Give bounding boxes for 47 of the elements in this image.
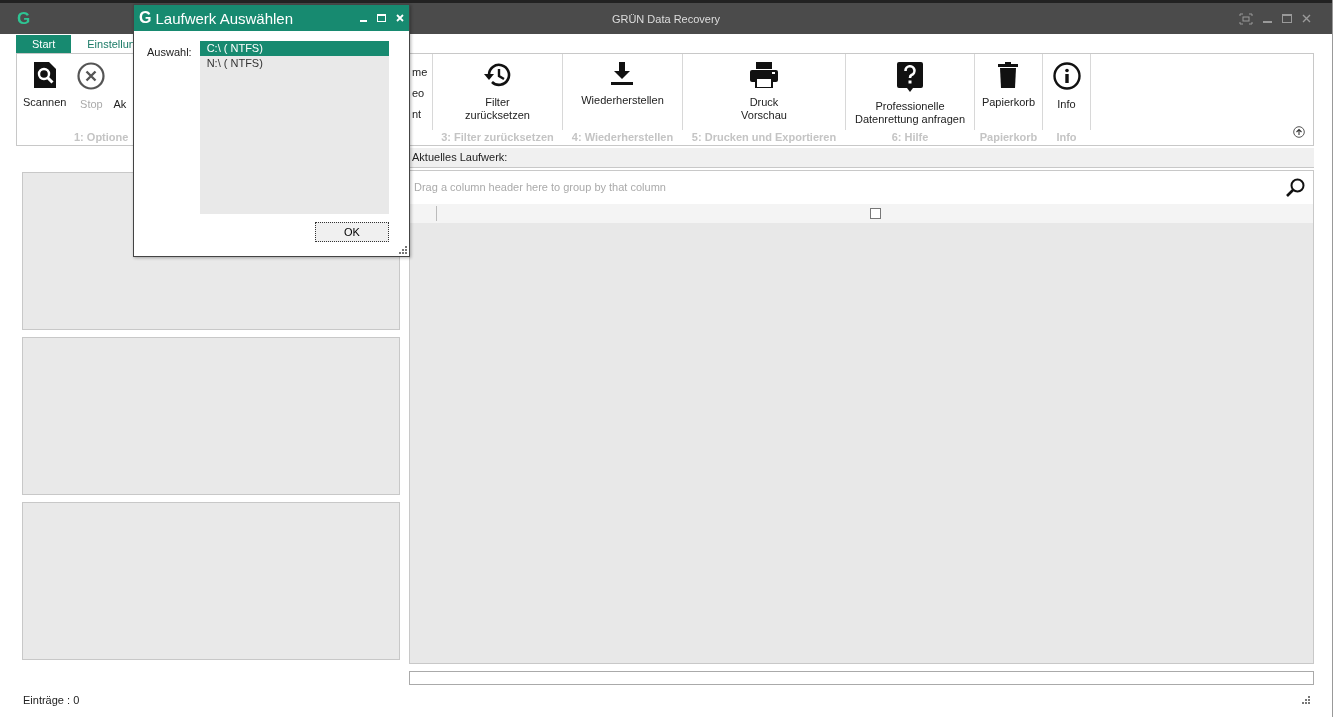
ribbon-button[interactable]: Wiederherstellen [577, 60, 668, 109]
ribbon-button[interactable]: Ak [112, 60, 128, 113]
ribbon-tab[interactable]: Start [16, 35, 72, 53]
help-bubble-icon [897, 62, 923, 92]
ok-button[interactable]: OK [315, 222, 389, 242]
ribbon-option[interactable]: me [412, 62, 428, 83]
maximize-icon[interactable] [1282, 14, 1292, 23]
close-icon[interactable] [1302, 14, 1311, 23]
select-all-checkbox[interactable] [869, 207, 881, 219]
group-panel-hint: Drag a column header here to group by that column [414, 181, 666, 194]
ribbon-option[interactable]: eo [412, 83, 425, 104]
trash-icon [998, 62, 1019, 88]
document-search-icon [33, 62, 56, 88]
drive-item[interactable]: N:\ ( NTFS) [199, 56, 389, 71]
drive-item[interactable]: C:\ ( NTFS) [199, 41, 389, 56]
info-icon [1052, 62, 1081, 90]
screen-capture-icon[interactable] [1239, 12, 1253, 25]
ribbon-button[interactable]: Scannen [19, 60, 71, 111]
printer-icon [750, 62, 778, 88]
group-label: 6: Hilfe [891, 130, 929, 144]
entries-count: Einträge : 0 [23, 694, 80, 706]
ribbon-button[interactable]: Druck Vorschau [737, 60, 791, 124]
group-label: Info [1056, 130, 1077, 144]
collapse-ribbon-icon[interactable] [1293, 126, 1305, 138]
search-icon[interactable] [1286, 177, 1305, 197]
group-label: Papierkorb [979, 130, 1038, 144]
ribbon-button[interactable]: Filter zurücksetzen [461, 60, 534, 124]
group-label: 3: Filter zurücksetzen [441, 130, 554, 144]
group-label: 4: Wiederherstellen [571, 130, 674, 144]
drive-list[interactable]: C:\ ( NTFS) N:\ ( NTFS) [199, 41, 389, 214]
app-logo: G [17, 8, 31, 29]
download-icon [611, 62, 634, 86]
dialog-title: Laufwerk Auswählen [155, 9, 294, 27]
resize-grip-icon[interactable] [1302, 696, 1310, 704]
ribbon-button[interactable]: Professionelle Datenrettung anfragen [850, 60, 970, 128]
window-title: GRÜN Data Recovery [611, 12, 721, 25]
group-label: 1: Optione [74, 130, 129, 144]
ribbon-button[interactable]: Papierkorb [977, 60, 1040, 111]
ribbon-button[interactable]: Info [1048, 60, 1085, 113]
dialog-logo: G [139, 9, 152, 27]
resize-grip-icon[interactable] [399, 246, 407, 254]
group-label: 5: Drucken und Exportieren [691, 130, 837, 144]
selection-label: Auswahl: [147, 45, 192, 60]
current-drive-label: Aktuelles Laufwerk: [412, 151, 508, 164]
circle-x-icon [77, 62, 106, 90]
ribbon-option[interactable]: nt [412, 104, 422, 125]
history-icon [483, 62, 512, 88]
